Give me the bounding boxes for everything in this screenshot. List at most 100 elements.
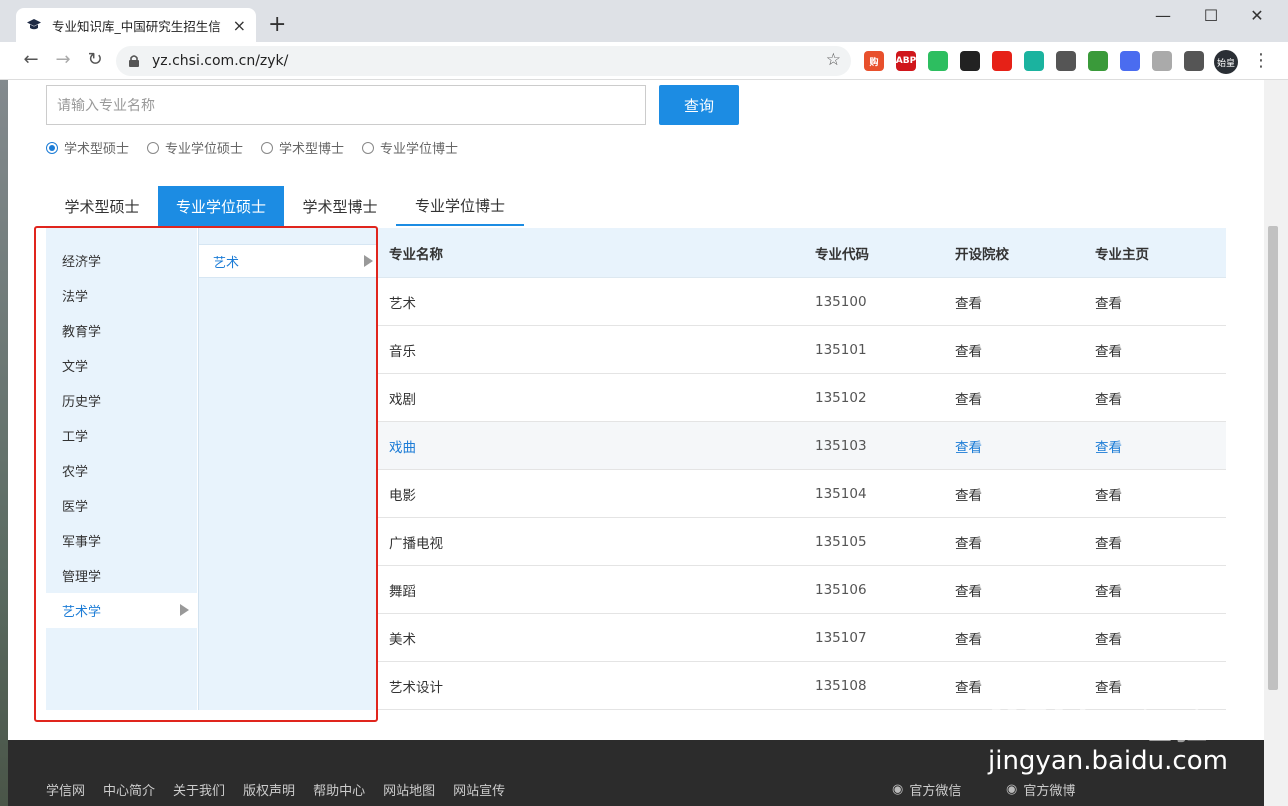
bookmark-extension-icon[interactable] xyxy=(1120,51,1140,71)
baidu-jingyan-watermark: Baidu 经验 jingyan.baidu.com xyxy=(988,690,1228,780)
major-name-link[interactable]: 美术 xyxy=(378,628,804,648)
major-name-link[interactable]: 广播电视 xyxy=(378,532,804,552)
header-major-name: 专业名称 xyxy=(389,246,443,263)
radio-circle-icon xyxy=(147,141,160,154)
check-extension-icon[interactable] xyxy=(1152,51,1172,71)
view-schools-link[interactable]: 查看 xyxy=(944,484,1084,504)
major-name-link[interactable]: 戏剧 xyxy=(378,388,804,408)
footer-link[interactable]: 网站地图 xyxy=(383,780,435,799)
url-text: yz.chsi.com.cn/zyk/ xyxy=(152,53,289,69)
radio-label: 学术型硕士 xyxy=(64,142,130,157)
radio-circle-icon xyxy=(362,141,375,154)
page-scrollbar[interactable] xyxy=(1264,80,1288,806)
radio-circle-icon xyxy=(46,141,58,154)
bookmark-star-icon[interactable]: ☆ xyxy=(826,50,841,70)
degree-radio-3[interactable]: 专业学位博士 xyxy=(362,138,458,157)
scrollbar-thumb[interactable] xyxy=(1268,226,1278,690)
view-schools-link[interactable]: 查看 xyxy=(944,628,1084,648)
degree-radio-1[interactable]: 专业学位硕士 xyxy=(147,138,243,157)
footer-link[interactable]: 版权声明 xyxy=(243,780,295,799)
puzzle-extension-icon[interactable] xyxy=(1184,51,1204,71)
minimize-icon[interactable]: — xyxy=(1148,6,1178,25)
forward-icon[interactable]: → xyxy=(52,50,74,70)
tab-professional-doctor[interactable]: 专业学位博士 xyxy=(396,186,524,226)
view-schools-link[interactable]: 查看 xyxy=(944,388,1084,408)
table-row: 音乐 135101 查看 查看 xyxy=(378,326,1226,374)
maximize-icon[interactable]: ☐ xyxy=(1196,6,1226,25)
view-homepage-link[interactable]: 查看 xyxy=(1084,436,1226,456)
view-homepage-link[interactable]: 查看 xyxy=(1084,292,1226,312)
view-homepage-link[interactable]: 查看 xyxy=(1084,484,1226,504)
radio-label: 专业学位博士 xyxy=(380,142,459,157)
major-code: 135108 xyxy=(815,677,867,694)
wechat-label: 官方微信 xyxy=(909,784,962,799)
degree-radio-0[interactable]: 学术型硕士 xyxy=(46,138,129,157)
major-code: 135100 xyxy=(815,293,867,310)
browser-tab[interactable]: 专业知识库_中国研究生招生信 × xyxy=(16,8,256,42)
youtube-extension-icon[interactable] xyxy=(992,51,1012,71)
tab-academic-doctor[interactable]: 学术型博士 xyxy=(284,186,396,226)
footer-link[interactable]: 网站宣传 xyxy=(453,780,505,799)
view-homepage-link[interactable]: 查看 xyxy=(1084,580,1226,600)
search-button[interactable]: 查询 xyxy=(659,85,739,125)
major-name-link[interactable]: 电影 xyxy=(378,484,804,504)
browser-titlebar: 专业知识库_中国研究生招生信 × + — ☐ ✕ xyxy=(0,0,1288,42)
weibo-link[interactable]: ◉ 官方微博 xyxy=(1006,780,1075,799)
major-name-link[interactable]: 艺术 xyxy=(378,292,804,312)
wechat-link[interactable]: ◉ 官方微信 xyxy=(892,780,961,799)
view-schools-link[interactable]: 查看 xyxy=(944,436,1084,456)
major-name-link[interactable]: 艺术设计 xyxy=(378,676,804,696)
tab-academic-master[interactable]: 学术型硕士 xyxy=(46,186,158,226)
search-input[interactable]: 请输入专业名称 xyxy=(46,85,646,125)
browser-toolbar: ← → ↻ yz.chsi.com.cn/zyk/ ☆ 购 ABP 始皇 ⋮ xyxy=(0,42,1288,80)
view-schools-link[interactable]: 查看 xyxy=(944,580,1084,600)
watermark-logo: Baidu xyxy=(988,690,1110,741)
major-name-link[interactable]: 音乐 xyxy=(378,340,804,360)
radio-label: 专业学位硕士 xyxy=(165,142,244,157)
weibo-icon: ◉ xyxy=(1006,782,1018,797)
table-row: 戏曲 135103 查看 查看 xyxy=(378,422,1226,470)
tab-professional-master[interactable]: 专业学位硕士 xyxy=(158,186,284,226)
weibo-label: 官方微博 xyxy=(1023,784,1076,799)
header-homepage: 专业主页 xyxy=(1095,246,1149,263)
tab-close-icon[interactable]: × xyxy=(233,16,246,35)
extension-4-icon[interactable] xyxy=(960,51,980,71)
reload-icon[interactable]: ↻ xyxy=(84,50,106,70)
view-homepage-link[interactable]: 查看 xyxy=(1084,532,1226,552)
back-icon[interactable]: ← xyxy=(20,50,42,70)
view-schools-link[interactable]: 查看 xyxy=(944,340,1084,360)
watermark-url: jingyan.baidu.com xyxy=(988,746,1228,776)
major-name-link[interactable]: 舞蹈 xyxy=(378,580,804,600)
adblock-extension-icon[interactable]: ABP xyxy=(896,51,916,71)
major-code: 135102 xyxy=(815,389,867,406)
degree-radio-group: 学术型硕士 专业学位硕士 学术型博士 专业学位博士 xyxy=(46,138,476,157)
footer-link[interactable]: 关于我们 xyxy=(173,780,225,799)
major-code: 135107 xyxy=(815,629,867,646)
sync-extension-icon[interactable] xyxy=(1024,51,1044,71)
table-row: 艺术 135100 查看 查看 xyxy=(378,278,1226,326)
lock-icon xyxy=(128,54,142,68)
major-name-link[interactable]: 戏曲 xyxy=(378,436,804,456)
view-schools-link[interactable]: 查看 xyxy=(944,532,1084,552)
profile-avatar[interactable]: 始皇 xyxy=(1214,50,1238,74)
window-close-icon[interactable]: ✕ xyxy=(1242,6,1272,25)
gou-extension-icon[interactable]: 购 xyxy=(864,51,884,71)
evernote-extension-icon[interactable] xyxy=(928,51,948,71)
table-row: 美术 135107 查看 查看 xyxy=(378,614,1226,662)
view-homepage-link[interactable]: 查看 xyxy=(1084,388,1226,408)
view-homepage-link[interactable]: 查看 xyxy=(1084,340,1226,360)
table-row: 戏剧 135102 查看 查看 xyxy=(378,374,1226,422)
watermark-chinese: 经验 xyxy=(1136,707,1209,748)
view-schools-link[interactable]: 查看 xyxy=(944,292,1084,312)
new-tab-button[interactable]: + xyxy=(268,12,286,38)
address-bar[interactable]: yz.chsi.com.cn/zyk/ ☆ xyxy=(116,46,851,76)
bulb-extension-icon[interactable] xyxy=(1056,51,1076,71)
globe-extension-icon[interactable] xyxy=(1088,51,1108,71)
major-table: 专业名称 专业代码 开设院校 专业主页 艺术 135100 查看 查看 音乐 135101… xyxy=(378,228,1226,710)
footer-link[interactable]: 学信网 xyxy=(46,780,85,799)
footer-link[interactable]: 帮助中心 xyxy=(313,780,365,799)
degree-radio-2[interactable]: 学术型博士 xyxy=(261,138,344,157)
browser-menu-icon[interactable]: ⋮ xyxy=(1252,51,1270,71)
footer-link[interactable]: 中心简介 xyxy=(103,780,155,799)
view-homepage-link[interactable]: 查看 xyxy=(1084,628,1226,648)
